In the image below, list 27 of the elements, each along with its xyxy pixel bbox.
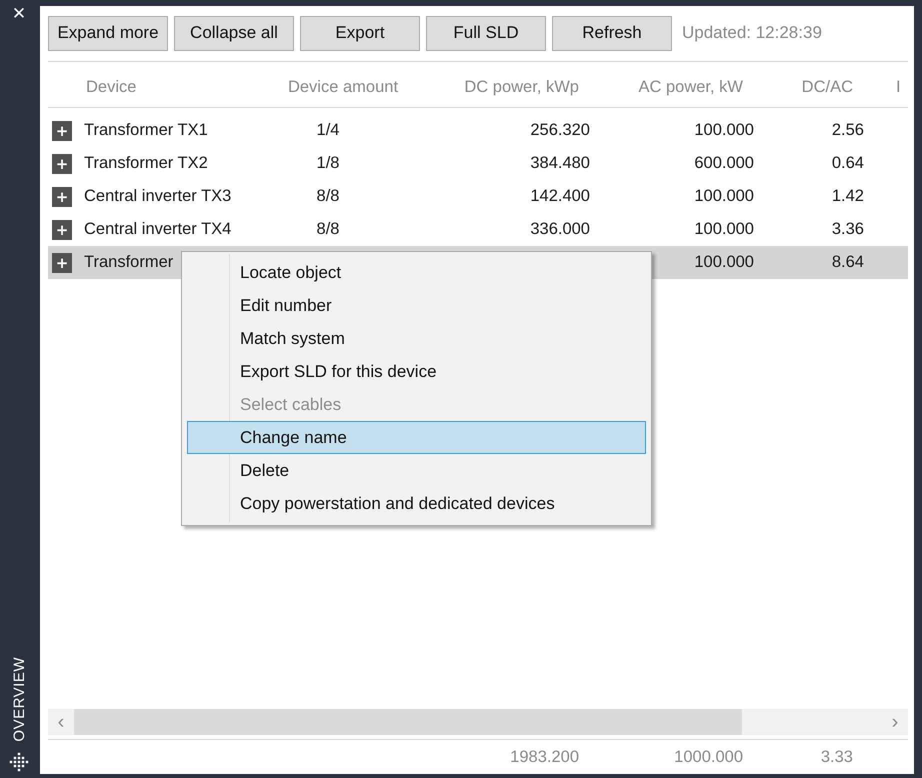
table-cell-text: 384.480 xyxy=(529,154,590,173)
total-cell-text: 1983.200 xyxy=(509,748,580,766)
table-cell-text: 142.400 xyxy=(529,187,590,206)
table-cell-text: Transformer TX2 xyxy=(84,154,209,173)
table-cell-text: 100.000 xyxy=(693,121,754,140)
table-cell-text: 1/8 xyxy=(316,154,340,173)
table-cell-text: 336.000 xyxy=(529,220,590,239)
table-cell-text: 600.000 xyxy=(693,154,754,173)
table-cell-text: 3.36 xyxy=(830,220,864,239)
table-cell-text: 8/8 xyxy=(316,220,340,239)
total-cell-text: 1000.000 xyxy=(673,748,744,766)
table-cell-text: 100.000 xyxy=(693,220,754,239)
total-cell-text: 3.33 xyxy=(820,748,854,766)
table-cell-text: 8.64 xyxy=(830,253,864,272)
table-cell-text: Transformer xyxy=(84,253,174,272)
table-cell-text: 0.64 xyxy=(830,154,864,173)
table-cell-text: Central inverter TX3 xyxy=(84,187,232,206)
table-cell-text: 1.42 xyxy=(830,187,864,206)
table-cell-text: 2.56 xyxy=(830,121,864,140)
table-cell-text: 8/8 xyxy=(316,187,340,206)
table-cell-text: Central inverter TX4 xyxy=(84,220,232,239)
table-cell-text: 1/4 xyxy=(316,121,340,140)
table-cell-text: 256.320 xyxy=(529,121,590,140)
updated-time: Updated: 12:28:39 xyxy=(682,23,822,43)
table-cell-text: 100.000 xyxy=(693,253,754,272)
table-cell-text: 100.000 xyxy=(693,187,754,206)
table-cell-text: Transformer TX1 xyxy=(84,121,209,140)
